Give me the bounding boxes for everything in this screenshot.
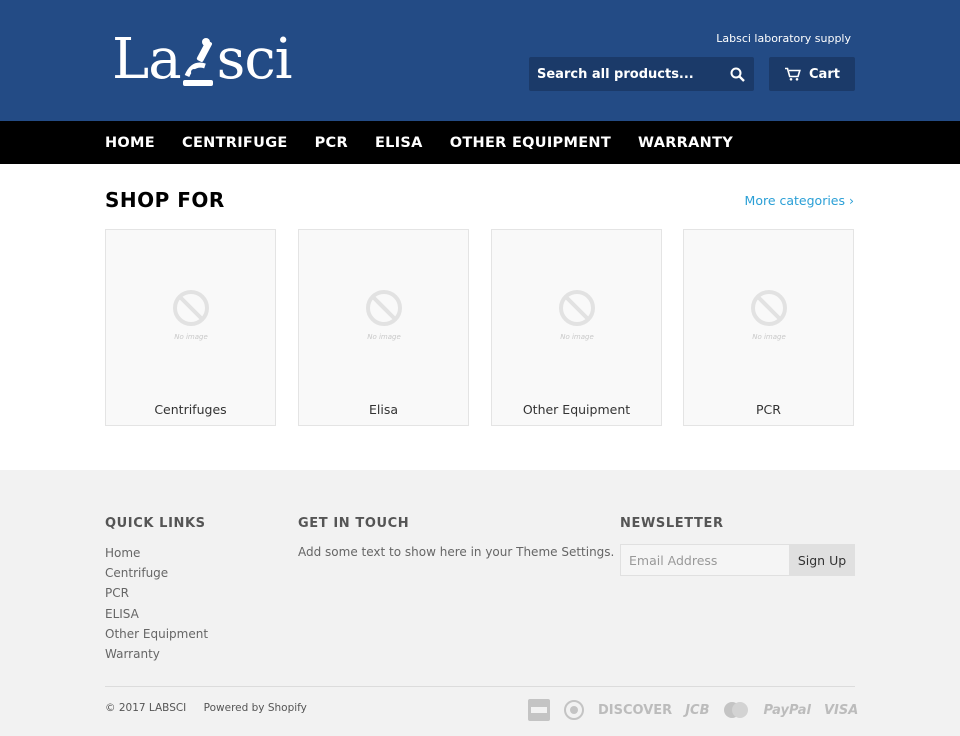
no-image-icon: No image bbox=[172, 290, 209, 341]
logo-text-part: La bbox=[112, 27, 182, 92]
category-card-label: PCR bbox=[756, 402, 781, 417]
quick-links-title: QUICK LINKS bbox=[105, 516, 206, 531]
category-card-label: Centrifuges bbox=[154, 402, 227, 417]
category-card-pcr[interactable]: No image PCR bbox=[683, 229, 854, 426]
category-card-label: Other Equipment bbox=[522, 402, 631, 417]
microscope-logo-icon bbox=[182, 38, 213, 86]
cart-button[interactable]: Cart bbox=[769, 57, 855, 91]
cart-label: Cart bbox=[809, 66, 840, 82]
no-image-text: No image bbox=[174, 333, 208, 341]
powered-by-link[interactable]: Powered by Shopify bbox=[204, 702, 307, 714]
category-card-label: Elisa bbox=[368, 402, 399, 417]
site-header: La sci Labsci laboratory supply Search a… bbox=[0, 0, 960, 121]
copyright-text: © 2017 LABSCI bbox=[105, 702, 187, 714]
contact-text: Add some text to show here in your Theme… bbox=[298, 545, 615, 559]
diners-club-icon bbox=[563, 699, 585, 721]
no-image-icon: No image bbox=[365, 290, 402, 341]
tagline: Labsci laboratory supply bbox=[716, 32, 851, 45]
nav-item-home[interactable]: HOME bbox=[105, 135, 155, 151]
jcb-icon: JCB bbox=[685, 702, 710, 718]
site-footer: QUICK LINKS Home Centrifuge PCR ELISA Ot… bbox=[0, 470, 960, 736]
footer-link-warranty[interactable]: Warranty bbox=[105, 646, 208, 666]
search-bar[interactable]: Search all products... bbox=[529, 57, 754, 91]
payment-icons: DISCOVER JCB PayPal VISA bbox=[528, 699, 858, 721]
site-logo[interactable]: La sci bbox=[112, 27, 293, 92]
category-card-centrifuges[interactable]: No image Centrifuges bbox=[105, 229, 276, 426]
nav-item-centrifuge[interactable]: CENTRIFUGE bbox=[182, 135, 288, 151]
nav-item-elisa[interactable]: ELISA bbox=[375, 135, 423, 151]
footer-link-pcr[interactable]: PCR bbox=[105, 585, 208, 605]
search-button[interactable] bbox=[720, 57, 754, 91]
contact-title: GET IN TOUCH bbox=[298, 516, 410, 531]
master-icon bbox=[722, 701, 750, 719]
copyright-bar: © 2017 LABSCI Powered by Shopify bbox=[105, 702, 307, 714]
quick-links-list: Home Centrifuge PCR ELISA Other Equipmen… bbox=[105, 545, 208, 666]
no-image-text: No image bbox=[752, 333, 786, 341]
sign-up-button[interactable]: Sign Up bbox=[789, 544, 855, 576]
no-image-text: No image bbox=[560, 333, 594, 341]
email-field[interactable]: Email Address bbox=[620, 544, 790, 576]
nav-item-warranty[interactable]: WARRANTY bbox=[638, 135, 733, 151]
footer-link-elisa[interactable]: ELISA bbox=[105, 606, 208, 626]
more-categories-link[interactable]: More categories › bbox=[745, 193, 854, 208]
category-card-elisa[interactable]: No image Elisa bbox=[298, 229, 469, 426]
section-title: SHOP FOR bbox=[105, 188, 225, 212]
main-nav: HOME CENTRIFUGE PCR ELISA OTHER EQUIPMEN… bbox=[0, 121, 960, 164]
category-card-other-equipment[interactable]: No image Other Equipment bbox=[491, 229, 662, 426]
paypal-icon: PayPal bbox=[763, 702, 811, 718]
footer-link-other-equipment[interactable]: Other Equipment bbox=[105, 626, 208, 646]
footer-link-centrifuge[interactable]: Centrifuge bbox=[105, 565, 208, 585]
visa-icon: VISA bbox=[823, 702, 859, 718]
american-express-icon bbox=[528, 699, 550, 721]
discover-icon: DISCOVER bbox=[598, 702, 673, 718]
search-icon bbox=[730, 67, 745, 82]
cart-icon bbox=[785, 67, 801, 81]
no-image-text: No image bbox=[367, 333, 401, 341]
footer-divider bbox=[105, 686, 855, 687]
newsletter-title: NEWSLETTER bbox=[620, 516, 724, 531]
nav-item-pcr[interactable]: PCR bbox=[315, 135, 348, 151]
footer-link-home[interactable]: Home bbox=[105, 545, 208, 565]
category-grid: No image Centrifuges No image Elisa No i… bbox=[105, 229, 855, 426]
no-image-icon: No image bbox=[558, 290, 595, 341]
no-image-icon: No image bbox=[750, 290, 787, 341]
logo-text-part: sci bbox=[216, 27, 293, 92]
search-input[interactable]: Search all products... bbox=[529, 67, 720, 82]
nav-item-other-equipment[interactable]: OTHER EQUIPMENT bbox=[450, 135, 611, 151]
